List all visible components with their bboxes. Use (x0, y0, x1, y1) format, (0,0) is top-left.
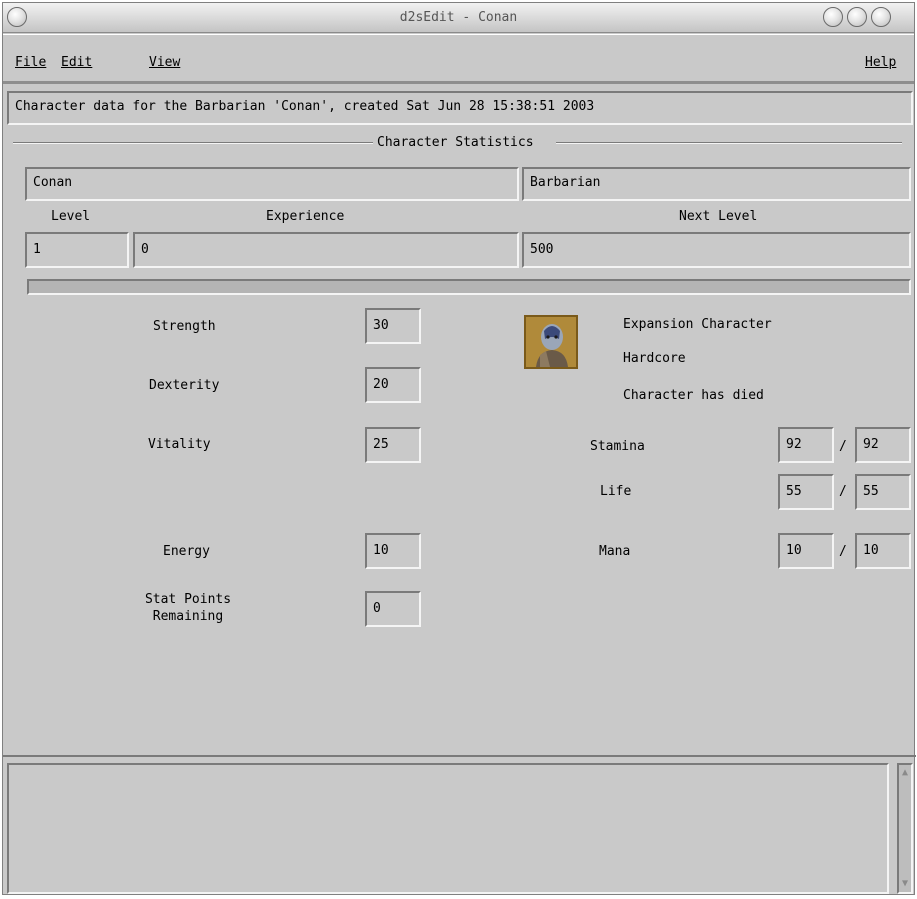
stat-points-label-line-1: Stat Points (144, 592, 232, 607)
strength-field[interactable]: 30 (365, 308, 421, 344)
dexterity-field[interactable]: 20 (365, 367, 421, 403)
menu-file-label: File (15, 55, 47, 70)
stat-points-label-line-2: Remaining (152, 609, 224, 624)
life-label: Life (600, 484, 632, 499)
level-value: 1 (33, 242, 41, 257)
group-line-left (13, 142, 373, 144)
info-bar-text: Character data for the Barbarian 'Conan'… (15, 99, 595, 114)
vitality-field[interactable]: 25 (365, 427, 421, 463)
log-panel: ▲ ▼ (3, 755, 916, 896)
stamina-max-value: 92 (863, 437, 879, 452)
next-level-value: 500 (530, 242, 554, 257)
stat-points-field[interactable]: 0 (365, 591, 421, 627)
energy-value: 10 (373, 543, 389, 558)
mana-current-field[interactable]: 10 (778, 533, 834, 569)
stamina-current-field[interactable]: 92 (778, 427, 834, 463)
menu-bar: File Edit View Help (3, 34, 914, 84)
stat-points-value: 0 (373, 601, 381, 616)
menu-view[interactable]: View (149, 55, 180, 70)
menu-file[interactable]: File (15, 55, 46, 70)
life-separator: / (839, 484, 847, 499)
stamina-max-field[interactable]: 92 (855, 427, 911, 463)
experience-value: 0 (141, 242, 149, 257)
dexterity-label: Dexterity (149, 378, 220, 393)
next-level-label: Next Level (679, 209, 758, 224)
stamina-separator: / (839, 439, 847, 454)
name-value: Conan (33, 175, 73, 190)
level-label: Level (51, 209, 91, 224)
vitality-value: 25 (373, 437, 389, 452)
experience-label: Experience (266, 209, 345, 224)
dexterity-value: 20 (373, 377, 389, 392)
hardcore-flag[interactable]: Hardcore (623, 351, 686, 366)
stamina-current-value: 92 (786, 437, 802, 452)
died-flag[interactable]: Character has died (623, 388, 764, 403)
stamina-label: Stamina (590, 439, 645, 454)
mana-current-value: 10 (786, 543, 802, 558)
energy-field[interactable]: 10 (365, 533, 421, 569)
mana-separator: / (839, 544, 847, 559)
strength-label: Strength (153, 319, 216, 334)
menu-help-label: Help (865, 55, 897, 70)
energy-label: Energy (163, 544, 210, 559)
class-value: Barbarian (530, 175, 601, 190)
life-max-value: 55 (863, 484, 879, 499)
life-max-field[interactable]: 55 (855, 474, 911, 510)
barbarian-portrait-icon (524, 315, 578, 369)
log-scrollbar[interactable]: ▲ ▼ (897, 763, 913, 894)
title-bar[interactable]: d2sEdit - Conan (3, 3, 914, 33)
group-title: Character Statistics (377, 135, 534, 150)
stat-points-label: Stat Points Remaining (123, 591, 253, 625)
name-field[interactable]: Conan (25, 167, 519, 201)
menu-view-label: View (149, 55, 181, 70)
level-field[interactable]: 1 (25, 232, 129, 268)
vitality-label: Vitality (148, 437, 211, 452)
class-field[interactable]: Barbarian (522, 167, 911, 201)
life-current-field[interactable]: 55 (778, 474, 834, 510)
info-bar: Character data for the Barbarian 'Conan'… (7, 91, 913, 125)
main-window: d2sEdit - Conan File Edit View Help Char… (2, 2, 916, 896)
log-text-area[interactable] (7, 763, 889, 894)
arrow-down-icon[interactable]: ▼ (899, 876, 911, 892)
experience-field[interactable]: 0 (133, 232, 519, 268)
close-icon[interactable] (871, 7, 891, 27)
life-current-value: 55 (786, 484, 802, 499)
maximize-icon[interactable] (847, 7, 867, 27)
menu-edit[interactable]: Edit (61, 55, 92, 70)
strength-value: 30 (373, 318, 389, 333)
minimize-icon[interactable] (823, 7, 843, 27)
mana-max-value: 10 (863, 543, 879, 558)
menu-help[interactable]: Help (865, 55, 896, 70)
experience-progress-bar (27, 279, 911, 295)
mana-max-field[interactable]: 10 (855, 533, 911, 569)
menu-edit-label: Edit (61, 55, 93, 70)
window-title: d2sEdit - Conan (399, 10, 518, 25)
arrow-up-icon[interactable]: ▲ (899, 765, 911, 781)
group-line-right (556, 142, 902, 144)
next-level-field: 500 (522, 232, 911, 268)
expansion-flag[interactable]: Expansion Character (623, 317, 772, 332)
mana-label: Mana (599, 544, 631, 559)
